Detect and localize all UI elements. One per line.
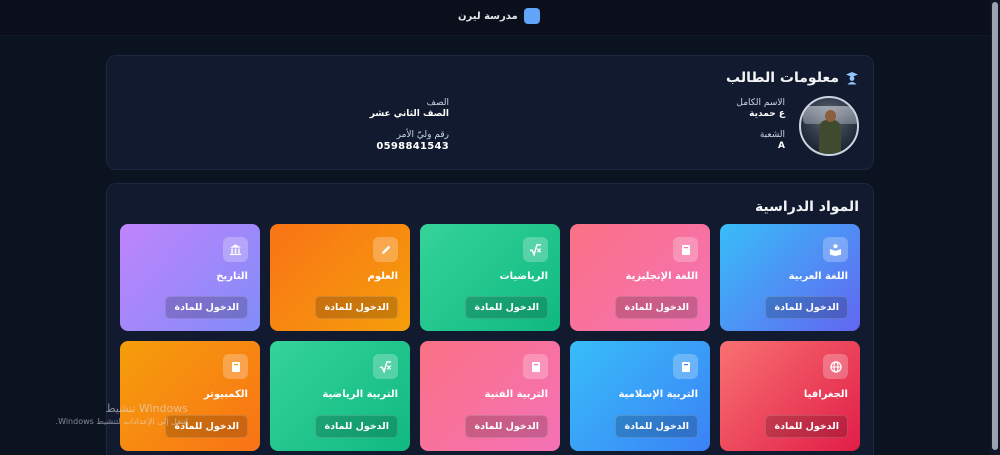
subjects-title: المواد الدراسية — [754, 199, 859, 215]
subject-card-math[interactable]: الرياضيات الدخول للمادة — [420, 224, 560, 331]
guardian-label: رقم وليّ الأمر — [396, 130, 449, 140]
subject-card-history[interactable]: التاريخ الدخول للمادة — [120, 224, 260, 331]
enter-subject-button[interactable]: الدخول للمادة — [615, 415, 698, 438]
enter-subject-button[interactable]: الدخول للمادة — [315, 296, 398, 319]
student-info-card: معلومات الطالب الاسم الكامل ع حمدية الشع… — [106, 55, 874, 170]
full-name-label: الاسم الكامل — [736, 98, 785, 108]
enter-subject-button[interactable]: الدخول للمادة — [315, 415, 398, 438]
branch-field: الشعبة A — [760, 130, 785, 151]
enter-subject-button[interactable]: الدخول للمادة — [765, 415, 848, 438]
book-icon — [673, 237, 698, 262]
subject-card-geography[interactable]: الجغرافيا الدخول للمادة — [720, 341, 860, 451]
full-name-value: ع حمدية — [749, 109, 785, 119]
scrollbar-thumb[interactable] — [992, 2, 998, 450]
enter-subject-button[interactable]: الدخول للمادة — [165, 296, 248, 319]
enter-subject-button[interactable]: الدخول للمادة — [465, 415, 548, 438]
school-logo-icon — [523, 8, 540, 24]
top-navbar: مدرسة ليرن — [0, 0, 990, 36]
subject-name: الجغرافيا — [803, 389, 848, 400]
windows-activation-watermark: Windows تنشيط انتقل إلى الإعدادات لتنشيط… — [38, 402, 188, 426]
guardian-value: 0598841543 — [376, 141, 449, 152]
full-name-field: الاسم الكامل ع حمدية — [736, 98, 785, 119]
enter-subject-button[interactable]: الدخول للمادة — [765, 296, 848, 319]
globe-icon — [823, 354, 848, 379]
pencil-icon — [373, 237, 398, 262]
subject-card-english[interactable]: اللغة الإنجليزية الدخول للمادة — [570, 224, 710, 331]
subject-name: الرياضيات — [499, 271, 548, 282]
subject-name: التاريخ — [216, 271, 248, 282]
grade-value: الصف الثاني عشر — [369, 109, 449, 119]
enter-subject-button[interactable]: الدخول للمادة — [465, 296, 548, 319]
subject-name: الكمبيوتر — [203, 389, 248, 400]
square-root-icon — [523, 237, 548, 262]
subject-name: التربية الإسلامية — [618, 389, 698, 400]
subject-card-islamic[interactable]: التربية الإسلامية الدخول للمادة — [570, 341, 710, 451]
subject-card-computer[interactable]: الكمبيوتر الدخول للمادة — [120, 341, 260, 451]
page-scrollbar[interactable] — [990, 0, 1000, 455]
brand[interactable]: مدرسة ليرن — [458, 8, 540, 24]
subject-name: اللغة العربية — [788, 271, 848, 282]
book-icon — [523, 354, 548, 379]
watermark-subtitle: انتقل إلى الإعدادات لتنشيط Windows. — [55, 417, 188, 426]
book-icon — [223, 354, 248, 379]
student-info-heading: معلومات الطالب — [726, 70, 839, 86]
subject-card-art[interactable]: التربية الفنية الدخول للمادة — [420, 341, 560, 451]
watermark-title: Windows تنشيط — [105, 402, 188, 415]
grade-label: الصف — [426, 98, 449, 108]
grade-field: الصف الصف الثاني عشر — [370, 98, 449, 119]
subjects-card: المواد الدراسية اللغة العربية الدخول للم… — [106, 183, 874, 455]
book-icon — [673, 354, 698, 379]
avatar — [799, 96, 859, 156]
book-reader-icon — [823, 237, 848, 262]
landmark-icon — [223, 237, 248, 262]
student-info-title: معلومات الطالب — [726, 70, 859, 86]
school-name: مدرسة ليرن — [458, 10, 518, 22]
subject-name: العلوم — [367, 271, 398, 282]
subject-name: اللغة الإنجليزية — [625, 271, 699, 282]
guardian-field: رقم وليّ الأمر 0598841543 — [376, 130, 449, 152]
subject-name: التربية الرياضية — [322, 389, 398, 400]
branch-label: الشعبة — [759, 130, 785, 140]
subject-card-pe[interactable]: التربية الرياضية الدخول للمادة — [270, 341, 410, 451]
square-root-icon — [373, 354, 398, 379]
enter-subject-button[interactable]: الدخول للمادة — [615, 296, 698, 319]
subject-card-science[interactable]: العلوم الدخول للمادة — [270, 224, 410, 331]
graduate-icon — [845, 71, 859, 85]
branch-value: A — [778, 141, 785, 151]
subject-name: التربية الفنية — [484, 389, 548, 400]
subject-card-arabic[interactable]: اللغة العربية الدخول للمادة — [720, 224, 860, 331]
